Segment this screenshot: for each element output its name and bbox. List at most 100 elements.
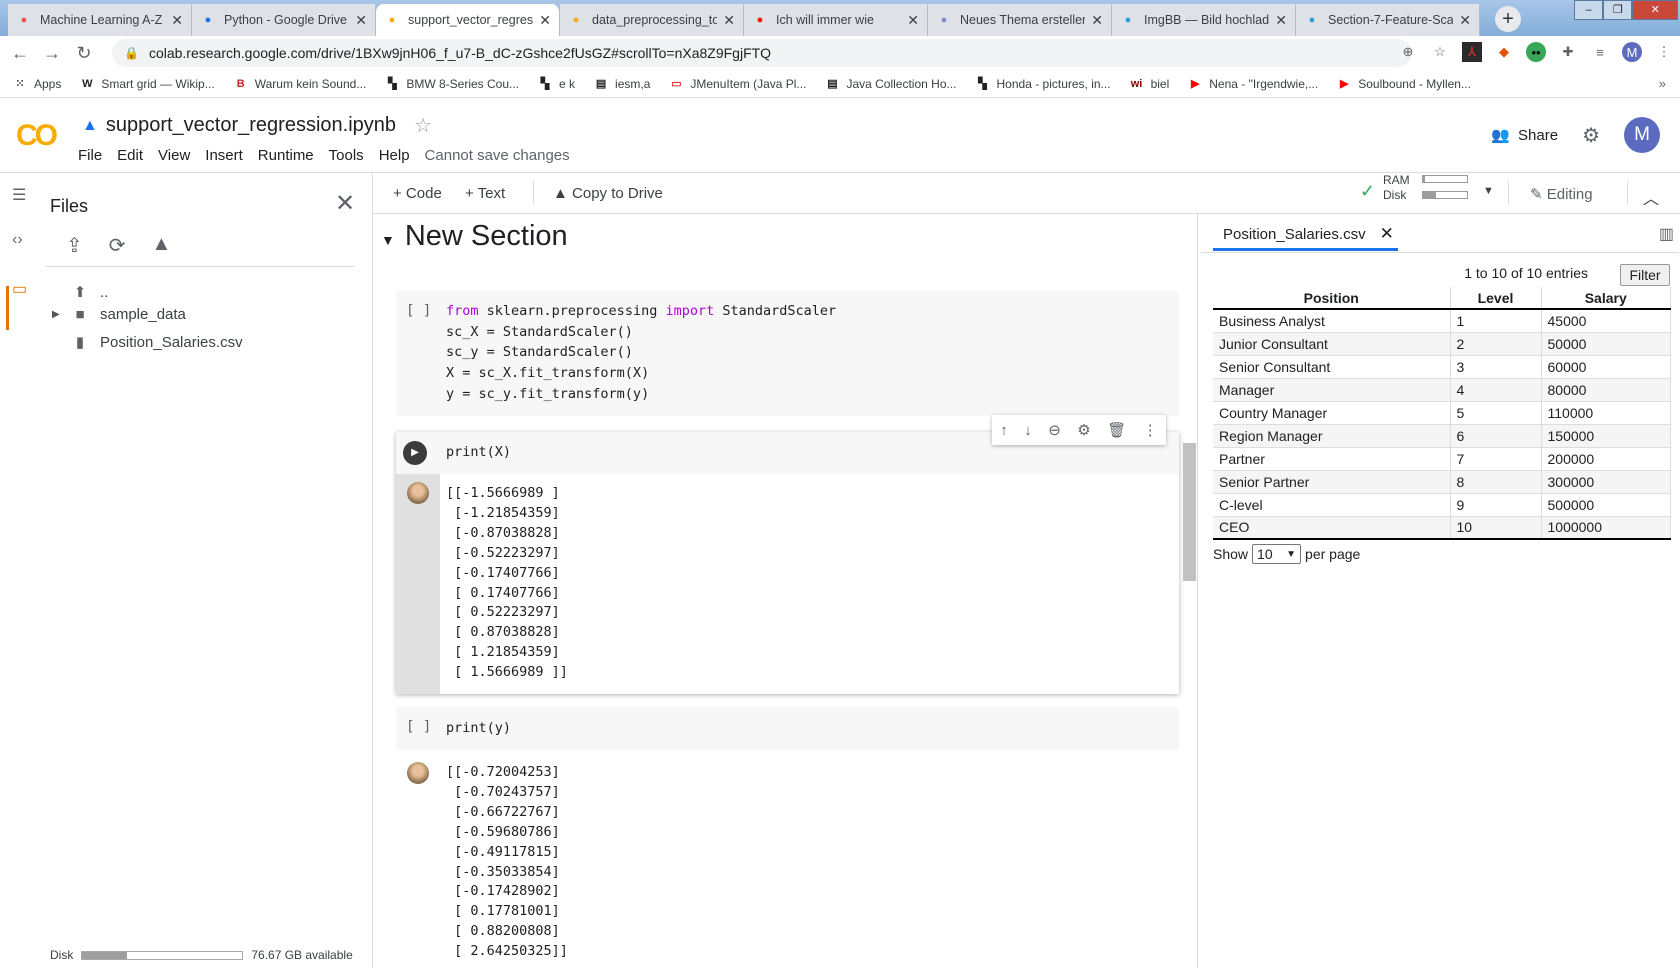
columns-icon[interactable]: ▥ [1659, 224, 1674, 244]
share-button[interactable]: 👥 Share [1491, 126, 1558, 144]
zoom-icon[interactable]: ⊕ [1398, 42, 1418, 62]
bookmark-item[interactable]: ▚ Honda - pictures, in... [975, 76, 1110, 92]
minimize-button[interactable]: – [1574, 0, 1604, 20]
close-tab-icon[interactable]: ✕ [1091, 12, 1103, 29]
close-tab-icon[interactable]: ✕ [1275, 12, 1287, 29]
bookmark-item[interactable]: ▭ JMenuItem (Java Pl... [668, 76, 806, 92]
url-bar[interactable]: 🔒 colab.research.google.com/drive/1BXw9jn… [112, 39, 1412, 67]
code-cell-print-y[interactable]: [ ] print(y) [396, 707, 1179, 750]
copy-to-drive-button[interactable]: ▲ Copy to Drive [553, 185, 663, 202]
collapse-section-icon[interactable]: ▼ [381, 232, 395, 248]
code-editor[interactable]: print(X) [446, 442, 511, 463]
browser-tab[interactable]: ● Machine Learning A-Z ✕ [8, 4, 192, 36]
close-tab-icon[interactable]: ✕ [1380, 224, 1394, 243]
delete-trash-icon[interactable]: 🗑 [1107, 421, 1126, 439]
dropdown-arrow-icon[interactable]: ▼ [1483, 185, 1494, 197]
puzzle-extensions-icon[interactable]: ✚ [1558, 42, 1578, 62]
menu-runtime[interactable]: Runtime [258, 147, 314, 164]
profile-avatar[interactable]: M [1622, 42, 1642, 62]
column-header-salary[interactable]: Salary [1541, 287, 1671, 310]
file-item-sample-data[interactable]: ▶ ■ sample_data [52, 306, 186, 323]
bookmark-item[interactable]: ▶ Soulbound - Myllen... [1336, 76, 1471, 92]
editing-mode-button[interactable]: ✎ Editing [1530, 185, 1593, 203]
close-tab-icon[interactable]: ✕ [355, 12, 367, 29]
bookmark-item[interactable]: B Warum kein Sound... [233, 76, 367, 92]
more-options-icon[interactable]: ⋮ [1143, 421, 1158, 439]
upload-file-icon[interactable]: ⇪ [66, 233, 83, 258]
column-header-position[interactable]: Position [1213, 287, 1451, 310]
code-editor[interactable]: from sklearn.preprocessing import Standa… [446, 301, 836, 405]
menu-insert[interactable]: Insert [205, 147, 243, 164]
link-icon[interactable]: ⊖ [1048, 421, 1061, 439]
bookmark-item[interactable]: ▤ iesm,a [593, 76, 651, 92]
per-page-select[interactable]: 10 ▼ [1252, 544, 1302, 564]
menu-file[interactable]: File [78, 147, 102, 164]
mount-drive-icon[interactable]: ▲ [152, 233, 172, 258]
filter-button[interactable]: Filter [1620, 264, 1670, 286]
bookmark-item[interactable]: ▶ Nena - "Irgendwie,... [1187, 76, 1318, 92]
reload-icon[interactable]: ↻ [68, 43, 100, 64]
move-down-icon[interactable]: ↓ [1024, 422, 1032, 439]
bookmark-item[interactable]: ▚ BMW 8-Series Cou... [384, 76, 519, 92]
run-status-bracket[interactable]: [ ] [406, 719, 431, 735]
menu-tools[interactable]: Tools [329, 147, 364, 164]
settings-gear-icon[interactable]: ⚙ [1077, 421, 1090, 439]
move-up-icon[interactable]: ↑ [1000, 422, 1008, 439]
settings-gear-icon[interactable]: ⚙ [1582, 123, 1600, 148]
browser-tab[interactable]: ● data_preprocessing_to ✕ [560, 4, 744, 36]
run-cell-button[interactable]: ▶ [403, 441, 427, 465]
back-icon[interactable]: ← [4, 43, 36, 64]
browser-tab[interactable]: ● Python - Google Drive ✕ [192, 4, 376, 36]
run-status-bracket[interactable]: [ ] [406, 303, 431, 319]
bookmark-item[interactable]: wi biel [1129, 76, 1170, 92]
code-cell-scaler[interactable]: [ ] from sklearn.preprocessing import St… [396, 291, 1179, 416]
refresh-folder-icon[interactable]: ⟳ [109, 233, 126, 258]
close-icon[interactable]: ✕ [335, 189, 355, 218]
code-snippets-icon[interactable]: ‹› [12, 231, 23, 249]
user-avatar[interactable]: M [1624, 117, 1660, 153]
star-icon[interactable]: ☆ [414, 113, 432, 138]
browser-tab[interactable]: ● ImgBB — Bild hochlad ✕ [1112, 4, 1296, 36]
menu-help[interactable]: Help [379, 147, 410, 164]
menu-view[interactable]: View [158, 147, 190, 164]
browser-tab[interactable]: ● support_vector_regress ✕ [376, 4, 560, 36]
media-queue-icon[interactable]: ≡ [1590, 42, 1610, 62]
bookmark-item[interactable]: ▤ Java Collection Ho... [824, 76, 956, 92]
browser-tab[interactable]: ● Neues Thema erstellen ✕ [928, 4, 1112, 36]
bookmark-item[interactable]: ▚ e k [537, 76, 575, 92]
bookmark-item[interactable]: ⁙ Apps [12, 76, 61, 92]
add-code-button[interactable]: + Code [393, 185, 442, 202]
bookmarks-overflow-icon[interactable]: » [1659, 76, 1666, 91]
expand-arrow-icon[interactable]: ▶ [52, 309, 70, 320]
file-item-position-salaries[interactable]: ▮ Position_Salaries.csv [70, 333, 243, 352]
bookmark-item[interactable]: W Smart grid — Wikip... [79, 76, 215, 92]
menu-edit[interactable]: Edit [117, 147, 143, 164]
new-tab-button[interactable]: + [1495, 6, 1521, 32]
notebook-title[interactable]: support_vector_regression.ipynb [106, 114, 396, 137]
close-tab-icon[interactable]: ✕ [1459, 12, 1471, 29]
column-header-level[interactable]: Level [1450, 287, 1542, 310]
code-cell-print-x[interactable]: ▶ print(X) [[-1.5666989 ] [-1.21854359] … [396, 432, 1179, 694]
window-close-button[interactable]: ✕ [1632, 0, 1678, 20]
pdf-extension-icon[interactable]: ⅄ [1462, 42, 1482, 62]
close-tab-icon[interactable]: ✕ [171, 12, 183, 29]
collapse-header-icon[interactable]: ︿ [1643, 185, 1659, 209]
tab-position-salaries[interactable]: Position_Salaries.csv ✕ [1213, 224, 1398, 251]
notebook-scrollbar[interactable] [1183, 443, 1196, 581]
close-tab-icon[interactable]: ✕ [539, 12, 551, 29]
colab-logo[interactable]: CO [16, 119, 58, 153]
close-tab-icon[interactable]: ✕ [907, 12, 919, 29]
browser-tab[interactable]: ● Ich will immer wie ✕ [744, 4, 928, 36]
add-text-button[interactable]: + Text [465, 185, 505, 202]
close-tab-icon[interactable]: ✕ [723, 12, 735, 29]
extension-eyes-icon[interactable]: •• [1526, 42, 1546, 62]
file-item-parent[interactable]: ⬆.. [70, 283, 109, 302]
browser-tab[interactable]: ● Section-7-Feature-Scal ✕ [1296, 4, 1480, 36]
extension-icon[interactable]: ◆ [1494, 42, 1514, 62]
browser-menu-icon[interactable]: ⋮ [1654, 42, 1674, 62]
folder-icon[interactable]: ▭ [12, 279, 27, 299]
restore-button[interactable]: ❐ [1603, 0, 1633, 20]
bookmark-star-icon[interactable]: ☆ [1430, 42, 1450, 62]
forward-icon[interactable]: → [36, 43, 68, 64]
ram-disk-indicator[interactable]: RAM Disk [1383, 173, 1410, 203]
